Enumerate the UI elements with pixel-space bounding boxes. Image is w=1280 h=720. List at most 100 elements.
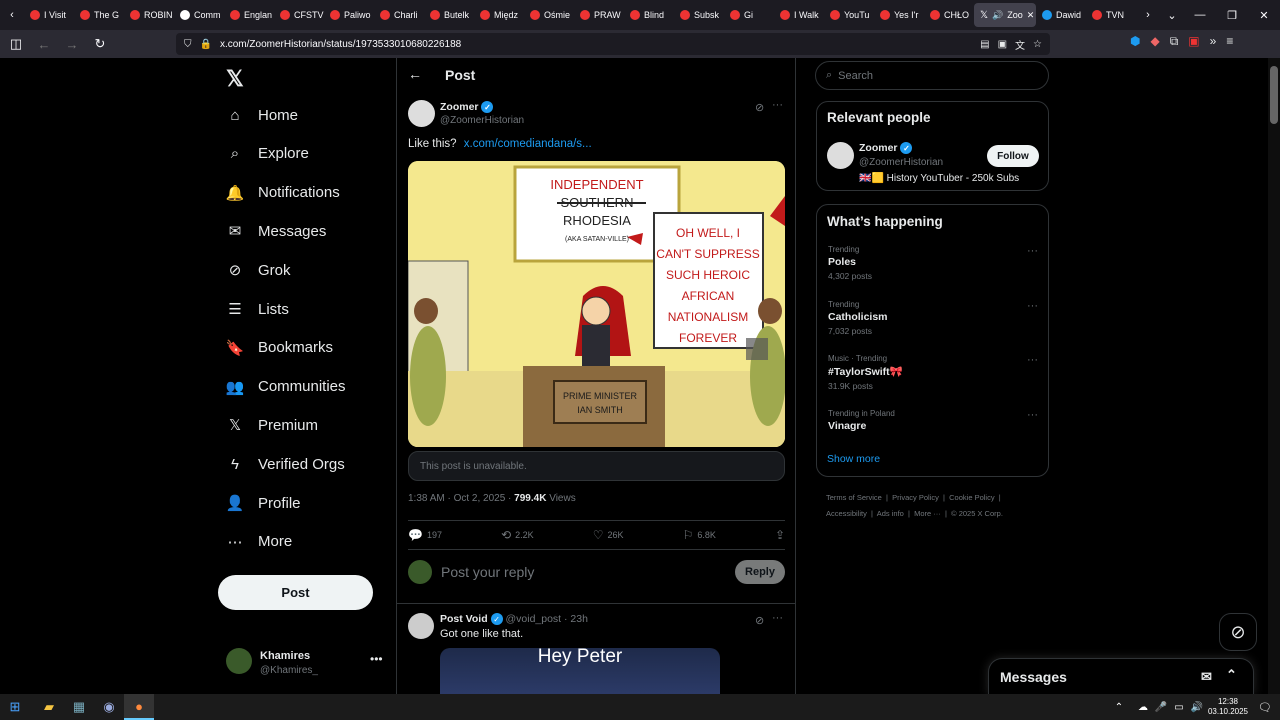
- list-tabs-icon[interactable]: ⌄: [1160, 3, 1184, 27]
- close-window-icon[interactable]: ✕: [1248, 3, 1280, 27]
- footer-ads-info[interactable]: Ads info: [877, 509, 904, 518]
- restore-icon[interactable]: ❐: [1216, 3, 1248, 27]
- tab-1[interactable]: The G: [74, 3, 124, 27]
- tab-after-1[interactable]: TVN: [1086, 3, 1136, 27]
- reply-button[interactable]: Reply: [735, 560, 785, 584]
- trend-item[interactable]: Trending Poles 4,302 posts ···: [828, 245, 1038, 281]
- author-handle[interactable]: @ZoomerHistorian: [440, 115, 524, 126]
- tab-scroll-right-icon[interactable]: ›: [1136, 3, 1160, 27]
- tab-11[interactable]: PRAW: [574, 3, 624, 27]
- screenshot-icon[interactable]: ▣: [998, 39, 1007, 50]
- trend-item[interactable]: Music · Trending #TaylorSwift🎀 31.9K posts…: [828, 354, 1038, 391]
- new-message-icon[interactable]: ✉: [1201, 669, 1212, 685]
- reader-view-icon[interactable]: ▤: [980, 39, 989, 50]
- sidebar-item-bookmarks[interactable]: 🔖 Bookmarks: [226, 339, 333, 357]
- reply-author-avatar[interactable]: [408, 613, 434, 639]
- bookmark-star-icon[interactable]: ☆: [1033, 39, 1042, 50]
- share-action[interactable]: ⇪: [775, 528, 785, 542]
- forward-icon[interactable]: →: [58, 32, 86, 56]
- reply-action[interactable]: 💬 197: [408, 528, 442, 542]
- steam-icon[interactable]: ◉: [94, 694, 124, 720]
- back-arrow-icon[interactable]: ←: [408, 66, 422, 82]
- tab-18[interactable]: CHŁO: [924, 3, 974, 27]
- footer-terms[interactable]: Terms of Service: [826, 493, 882, 502]
- tab-8[interactable]: Butelk: [424, 3, 474, 27]
- bookmark-action[interactable]: ⚐ 6.8K: [683, 528, 716, 542]
- tab-active[interactable]: 𝕏 🔊 Zoo ✕: [974, 3, 1036, 27]
- tab-scroll-left-icon[interactable]: ‹: [0, 3, 24, 27]
- person-avatar[interactable]: [827, 142, 854, 169]
- extension-shield-icon[interactable]: ⬢: [1130, 34, 1140, 49]
- tab-14[interactable]: Gi: [724, 3, 774, 27]
- network-icon[interactable]: ▭: [1170, 694, 1188, 720]
- tab-10[interactable]: Ośmie: [524, 3, 574, 27]
- show-more-link[interactable]: Show more: [827, 453, 880, 465]
- search-input[interactable]: ⌕ Search: [815, 61, 1049, 90]
- reload-icon[interactable]: ↻: [86, 32, 114, 56]
- trend-item[interactable]: Trending in Poland Vinagre ···: [828, 409, 1038, 435]
- volume-icon[interactable]: 🔊: [1188, 694, 1206, 720]
- clock[interactable]: 12:38 03.10.2025: [1206, 697, 1250, 717]
- footer-more[interactable]: More ···: [914, 509, 941, 518]
- messages-drawer[interactable]: Messages ✉ ⌃: [988, 658, 1254, 694]
- post-image[interactable]: INDEPENDENT SOUTHERN RHODESIA (AKA SATAN…: [408, 161, 785, 447]
- post-timestamp[interactable]: 1:38 AM · Oct 2, 2025 ·: [408, 493, 514, 504]
- sidebar-item-profile[interactable]: 👤 Profile: [226, 494, 301, 513]
- x-logo-icon[interactable]: 𝕏: [226, 66, 244, 92]
- footer-privacy[interactable]: Privacy Policy: [892, 493, 939, 502]
- trend-more-icon[interactable]: ···: [1027, 300, 1038, 312]
- trend-item[interactable]: Trending Catholicism 7,032 posts ···: [828, 300, 1038, 336]
- reply-time[interactable]: · 23h: [564, 613, 588, 625]
- reply-grok-icon[interactable]: ⊘: [755, 614, 764, 627]
- like-action[interactable]: ♡ 26K: [593, 528, 624, 542]
- post-link[interactable]: x.com/comediandana/s...: [464, 138, 592, 150]
- trend-more-icon[interactable]: ···: [1027, 354, 1038, 366]
- expand-drawer-icon[interactable]: ⌃: [1226, 667, 1237, 683]
- sidebar-item-grok[interactable]: ⊘ Grok: [226, 261, 291, 280]
- sidebar-item-communities[interactable]: 👥 Communities: [226, 378, 346, 396]
- trend-more-icon[interactable]: ···: [1027, 409, 1038, 421]
- person-name-row[interactable]: Zoomer ✓: [859, 142, 913, 155]
- tab-13[interactable]: Subsk: [674, 3, 724, 27]
- tab-2[interactable]: ROBIN: [124, 3, 174, 27]
- extension-fox-icon[interactable]: ◆: [1150, 34, 1159, 49]
- sidebar-toggle-icon[interactable]: ◫: [2, 32, 30, 56]
- sidebar-item-explore[interactable]: ⌕ Explore: [226, 145, 309, 163]
- grok-explain-icon[interactable]: ⊘: [755, 101, 764, 114]
- author-name-row[interactable]: Zoomer ✓: [440, 101, 494, 114]
- extension-badge-icon[interactable]: ▣: [1188, 34, 1199, 49]
- sidebar-item-verified-orgs[interactable]: ϟ Verified Orgs: [226, 455, 345, 473]
- reply-image[interactable]: Hey Peter: [440, 646, 720, 694]
- trend-more-icon[interactable]: ···: [1027, 245, 1038, 257]
- sidebar-item-home[interactable]: ⌂ Home: [226, 106, 298, 124]
- notifications-icon[interactable]: 🗨: [1250, 694, 1280, 720]
- tab-5[interactable]: CFSTV: [274, 3, 324, 27]
- tab-9[interactable]: Międz: [474, 3, 524, 27]
- tab-0[interactable]: I Visit: [24, 3, 74, 27]
- repost-action[interactable]: ⟲ 2.2K: [501, 528, 534, 542]
- tab-17[interactable]: Yes I'r: [874, 3, 924, 27]
- tray-chevron-icon[interactable]: ⌃: [1104, 694, 1134, 720]
- microphone-icon[interactable]: 🎤: [1152, 694, 1170, 720]
- tab-6[interactable]: Paliwo: [324, 3, 374, 27]
- tab-7[interactable]: Charli: [374, 3, 424, 27]
- close-tab-icon[interactable]: ✕: [1027, 10, 1035, 21]
- url-bar[interactable]: ⛉ 🔒 x.com/ZoomerHistorian/status/1973533…: [176, 33, 1050, 55]
- footer-accessibility[interactable]: Accessibility: [826, 509, 867, 518]
- tab-4[interactable]: Englan: [224, 3, 274, 27]
- tab-3[interactable]: Comm: [174, 3, 224, 27]
- tab-after-0[interactable]: Dawid: [1036, 3, 1086, 27]
- firefox-icon[interactable]: ●: [124, 694, 154, 720]
- tab-15[interactable]: I Walk: [774, 3, 824, 27]
- app-icon[interactable]: ▦: [64, 694, 94, 720]
- sidebar-item-premium[interactable]: 𝕏 Premium: [226, 416, 318, 435]
- sidebar-item-more[interactable]: ⋯ More: [226, 533, 293, 551]
- post-more-icon[interactable]: ···: [772, 99, 783, 111]
- tab-12[interactable]: Blind: [624, 3, 674, 27]
- account-more-icon[interactable]: •••: [370, 652, 383, 666]
- back-icon[interactable]: ←: [30, 32, 58, 56]
- extensions-icon[interactable]: ⧉: [1170, 34, 1179, 49]
- translate-icon[interactable]: 文: [1015, 37, 1025, 52]
- author-avatar[interactable]: [408, 100, 435, 127]
- sidebar-item-notifications[interactable]: 🔔 Notifications: [226, 184, 340, 202]
